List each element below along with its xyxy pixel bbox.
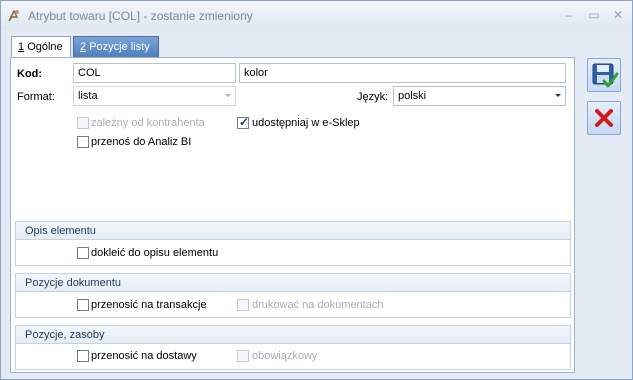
- tab-ogolne-label: Ogólne: [27, 41, 63, 53]
- eskelp-label: udostępniaj w e-Sklep: [252, 117, 360, 129]
- format-label: Format:: [17, 91, 55, 103]
- zalezny-label: zależny od kontrahenta: [91, 117, 205, 129]
- zalezny-checkbox: [77, 117, 89, 129]
- section-pozycje-dok-title: Pozycje dokumentu: [25, 277, 121, 289]
- save-button[interactable]: [587, 58, 621, 92]
- transakcje-checkbox[interactable]: [77, 299, 89, 311]
- tab-pozycje-listy[interactable]: 2 Pozycje listy: [73, 36, 159, 57]
- close-window-icon[interactable]: ✕: [611, 9, 625, 21]
- drukowac-label: drukować na dokumentach: [252, 299, 384, 311]
- window-title: Atrybut towaru [COL] - zostanie zmienion…: [28, 9, 253, 23]
- drukowac-checkbox: [237, 299, 249, 311]
- section-pozycje-dok-header: Pozycje dokumentu: [15, 273, 571, 292]
- tab-ogolne[interactable]: 1 Ogólne: [11, 36, 71, 57]
- format-select: lista: [73, 86, 236, 106]
- tab-pozycje-number: 2: [80, 41, 87, 53]
- app-icon: [8, 9, 19, 22]
- format-value: lista: [78, 90, 98, 102]
- tab-pozycje-label: Pozycje listy: [89, 41, 150, 53]
- jezyk-label: Język:: [357, 91, 389, 103]
- doklej-checkbox[interactable]: [77, 247, 89, 259]
- eskelp-checkbox[interactable]: [237, 115, 249, 129]
- analiz-label: przenoś do Analiz BI: [91, 136, 192, 148]
- doklej-label: dokleić do opisu elementu: [91, 247, 219, 259]
- minimize-icon[interactable]: –: [562, 9, 576, 21]
- obowiazkowy-label: obowiązkowy: [252, 350, 318, 362]
- nazwa-input[interactable]: kolor: [239, 63, 566, 83]
- analiz-checkbox[interactable]: [77, 136, 89, 148]
- obowiazkowy-checkbox: [237, 350, 249, 362]
- section-pozycje-zas-title: Pozycje, zasoby: [25, 329, 105, 341]
- kod-label: Kod:: [17, 68, 43, 80]
- section-pozycje-zas-header: Pozycje, zasoby: [15, 325, 571, 344]
- chevron-down-icon: [225, 94, 231, 97]
- section-opis-header: Opis elementu: [15, 221, 571, 240]
- tab-ogolne-number: 1: [18, 41, 25, 53]
- save-icon: [592, 63, 619, 88]
- chevron-down-icon: [555, 94, 561, 97]
- cancel-button[interactable]: [587, 101, 621, 135]
- jezyk-value: polski: [398, 90, 427, 102]
- transakcje-label: przenosić na transakcje: [91, 299, 207, 311]
- close-icon: [595, 109, 613, 127]
- dostawy-checkbox[interactable]: [77, 350, 89, 362]
- kod-input[interactable]: COL: [73, 63, 236, 83]
- jezyk-select[interactable]: polski: [393, 86, 566, 106]
- section-opis-title: Opis elementu: [25, 225, 96, 237]
- maximize-icon[interactable]: ▭: [587, 9, 601, 21]
- dostawy-label: przenosić na dostawy: [91, 350, 197, 362]
